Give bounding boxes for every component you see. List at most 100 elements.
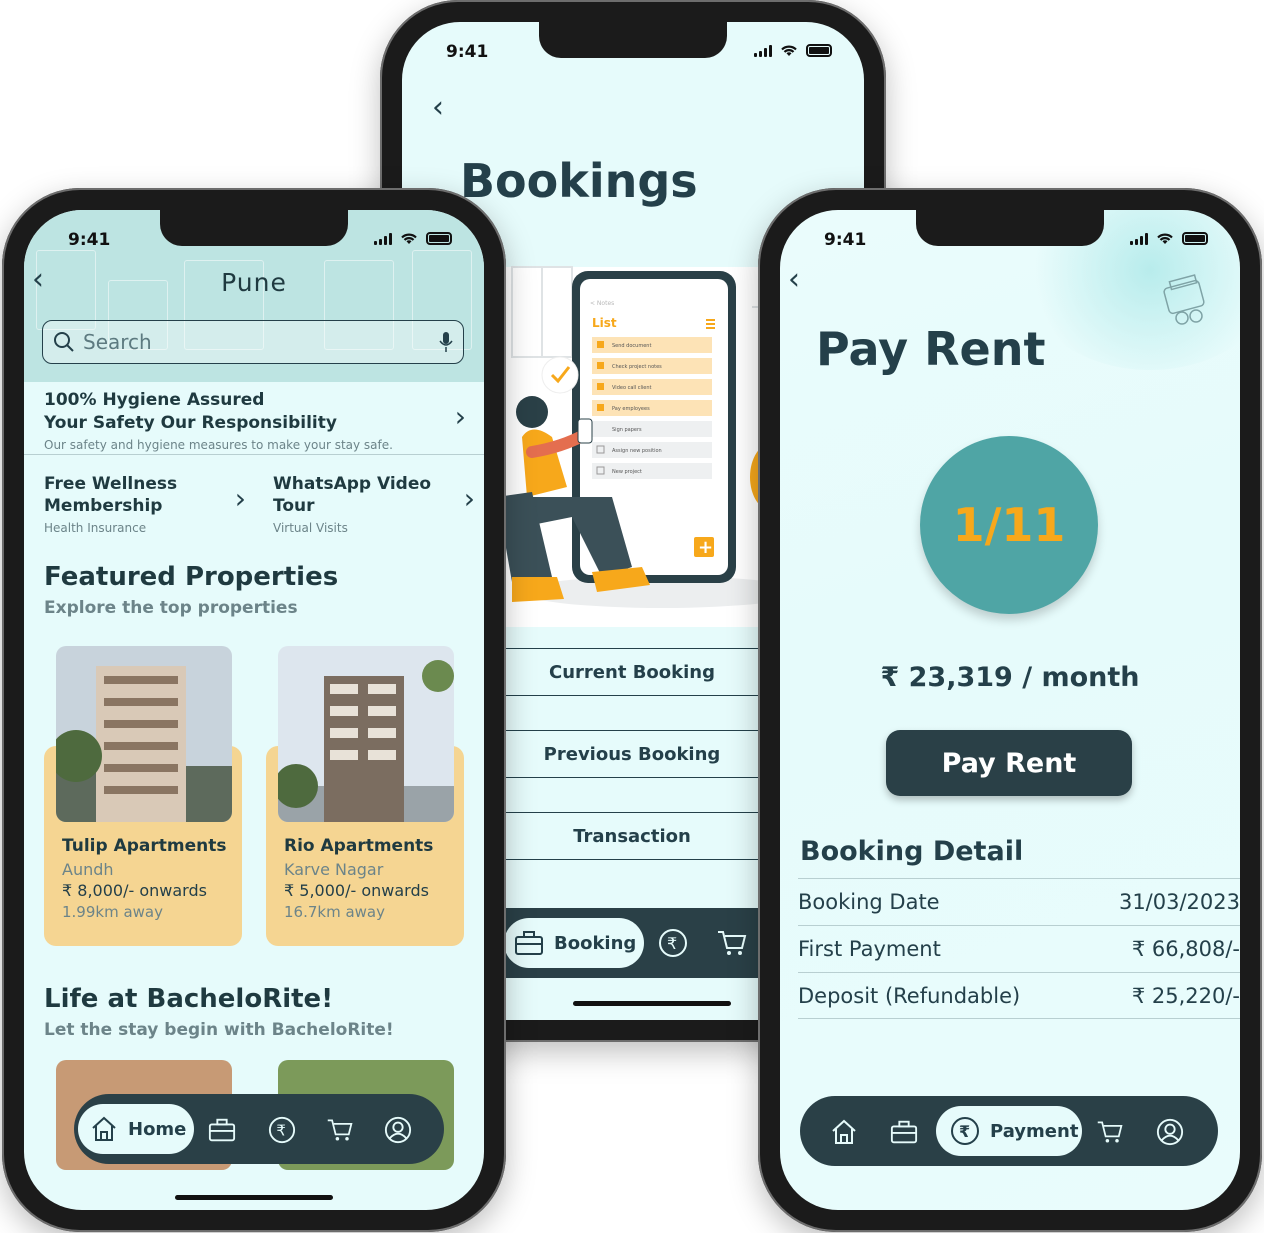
property-name: Rio Apartments [284,836,434,856]
svg-text:New project: New project [612,469,642,475]
promo-title: Membership [44,496,163,516]
property-name: Tulip Apartments [62,836,227,856]
pay-rent-screen: 9:41 ‹ Pay Rent 1/11 ₹ 23,319 / month Pa… [780,210,1240,1210]
section-subtitle: Let the stay begin with BacheloRite! [44,1020,394,1040]
nav-home-tab[interactable]: Home [78,1104,194,1154]
briefcase-icon[interactable] [890,1118,918,1146]
property-price: ₹ 8,000/- onwards [62,881,207,900]
svg-text:Sign papers: Sign papers [612,427,642,433]
back-chevron-icon[interactable]: ‹ [432,90,444,125]
home-screen: 9:41 ‹ Pune Search 100% Hygiene Assured … [24,210,484,1210]
briefcase-icon [515,931,543,955]
phone-pay-rent: 9:41 ‹ Pay Rent 1/11 ₹ 23,319 / month Pa… [758,188,1262,1232]
detail-row-deposit: Deposit (Refundable) ₹ 25,220/- [798,972,1240,1019]
wifi-icon [401,233,417,244]
profile-icon[interactable] [1156,1118,1184,1146]
nav-payment-label: Payment [990,1120,1079,1142]
installment-progress-circle: 1/11 [920,436,1098,614]
microphone-icon[interactable] [439,331,453,353]
hygiene-subtitle: Your Safety Our Responsibility [44,413,337,433]
cart-icon[interactable] [1096,1118,1124,1146]
home-indicator [175,1195,333,1200]
rupee-icon[interactable]: ₹ [268,1116,296,1144]
page-title: Pay Rent [816,322,1046,376]
hygiene-banner[interactable]: 100% Hygiene Assured Your Safety Our Res… [24,390,484,452]
chevron-right-icon: › [234,482,246,515]
profile-icon[interactable] [384,1116,412,1144]
divider [24,454,484,455]
promo-video-tour[interactable]: WhatsApp Video Tour Virtual Visits › [273,474,475,535]
status-icons [754,44,832,57]
phone-home: 9:41 ‹ Pune Search 100% Hygiene Assured … [2,188,506,1232]
battery-icon [806,44,832,57]
bottom-nav: Booking ₹ [504,908,766,978]
signal-icon [374,232,392,245]
bottom-nav: Home ₹ [74,1094,444,1164]
property-price: ₹ 5,000/- onwards [284,881,429,900]
property-area: Aundh [62,860,114,879]
briefcase-icon[interactable] [208,1116,236,1144]
promo-title: Free Wellness [44,474,178,494]
section-title: Featured Properties [44,562,339,592]
wifi-icon [1157,233,1173,244]
property-distance: 16.7km away [284,903,385,921]
svg-text:Assign new position: Assign new position [612,448,662,454]
signal-icon [1130,232,1148,245]
chevron-right-icon: › [463,482,475,515]
hygiene-title: 100% Hygiene Assured [44,390,265,410]
transaction-option[interactable]: Transaction [506,812,758,860]
chevron-right-icon: › [454,400,466,433]
detail-value: ₹ 66,808/- [1131,937,1240,961]
cart-icon[interactable] [716,928,748,958]
svg-text:₹: ₹ [667,934,677,953]
property-card[interactable]: Rio Apartments Karve Nagar ₹ 5,000/- onw… [266,646,464,946]
current-booking-option[interactable]: Current Booking [506,648,758,696]
promo-wellness[interactable]: Free Wellness Membership Health Insuranc… [44,474,246,535]
cart-icon[interactable] [326,1116,354,1144]
detail-label: Booking Date [798,890,940,914]
status-time: 9:41 [446,42,489,62]
property-distance: 1.99km away [62,903,163,921]
nav-booking-tab[interactable]: Booking [504,918,644,968]
search-bar[interactable]: Search [42,320,464,364]
battery-icon [426,232,452,245]
section-title: Life at BacheloRite! [44,984,334,1014]
wallet-icon [1163,274,1205,325]
svg-text:Check project notes: Check project notes [612,364,662,370]
detail-row-booking-date: Booking Date 31/03/2023 [798,878,1240,925]
rupee-icon[interactable]: ₹ [658,928,688,958]
home-icon[interactable] [830,1118,858,1146]
svg-text:Video call client: Video call client [612,385,652,391]
detail-value: ₹ 25,220/- [1131,983,1240,1008]
pay-rent-button[interactable]: Pay Rent [886,730,1132,796]
property-area: Karve Nagar [284,860,384,879]
promo-title: Tour [273,496,315,516]
home-indicator [573,1001,731,1006]
svg-text:₹: ₹ [959,1122,970,1141]
search-input[interactable]: Search [83,330,152,354]
property-card[interactable]: Tulip Apartments Aundh ₹ 8,000/- onwards… [44,646,242,946]
promo-subtitle: Virtual Visits [273,521,348,535]
booking-detail-title: Booking Detail [800,836,1024,867]
status-time: 9:41 [824,230,867,250]
monthly-amount: ₹ 23,319 / month [880,662,1140,693]
svg-text:+: + [698,537,713,558]
notch [160,210,348,246]
home-icon [92,1116,116,1141]
nav-payment-tab[interactable]: ₹ Payment [936,1106,1082,1156]
signal-icon [754,44,772,57]
svg-text:Send document: Send document [612,343,651,349]
promo-subtitle: Health Insurance [44,521,147,535]
notch [916,210,1104,246]
previous-booking-option[interactable]: Previous Booking [506,730,758,778]
svg-text:₹: ₹ [276,1122,286,1140]
detail-row-first-payment: First Payment ₹ 66,808/- [798,925,1240,972]
detail-label: First Payment [798,937,941,961]
page-title: Bookings [460,154,698,208]
hygiene-description: Our safety and hygiene measures to make … [44,438,393,452]
status-icons [374,232,452,245]
back-chevron-icon[interactable]: ‹ [788,262,800,297]
detail-label: Deposit (Refundable) [798,983,1021,1008]
rupee-icon: ₹ [951,1117,979,1145]
nav-booking-label: Booking [554,932,637,954]
